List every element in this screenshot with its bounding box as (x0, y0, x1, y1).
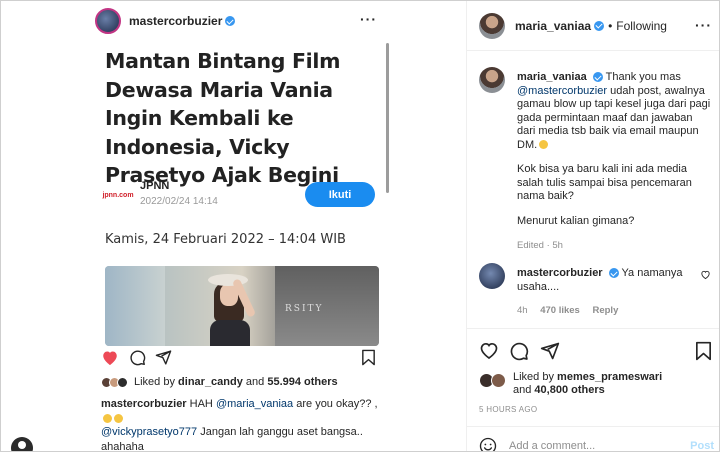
post-button[interactable]: Post (690, 440, 714, 451)
source-date: 2022/02/24 14:14 (140, 196, 218, 207)
caption-mention: @maria_vaniaa (215, 398, 294, 410)
embedded-action-bar (97, 349, 387, 371)
likes-count: 55.994 others (267, 376, 338, 388)
bookmark-icon[interactable] (695, 341, 712, 361)
photo-sign-text: RSITY (285, 304, 324, 314)
likes-count[interactable]: 40,800 others (534, 384, 604, 396)
comments-panel: maria_vaniaa • Following ··· maria_vania… (466, 1, 719, 452)
article-date: Kamis, 24 Februari 2022 – 14:04 WIB (105, 232, 346, 247)
embedded-post-header: mastercorbuzier ··· (95, 7, 385, 35)
comment-icon (130, 350, 146, 366)
comment-paragraph: Kok bisa ya baru kali ini ada media sala… (517, 163, 692, 202)
follow-button: Ikuti (305, 182, 375, 207)
commenter-username[interactable]: mastercorbuzier (517, 267, 603, 279)
embedded-post: mastercorbuzier ··· Mantan Bintang Film … (87, 1, 393, 451)
heart-filled-icon (103, 351, 117, 365)
verified-badge-icon (608, 268, 619, 279)
author-username[interactable]: maria_vaniaa (515, 19, 591, 33)
comments-list: maria_vaniaa Thank you mas @mastercorbuz… (467, 51, 719, 323)
comment-icon[interactable] (509, 341, 529, 361)
likes-and: and (245, 376, 265, 388)
comment-mention: @vickyprasetyo777 (101, 426, 198, 438)
article-headline: Mantan Bintang Film Dewasa Maria Vania I… (105, 49, 341, 187)
more-options-icon: ··· (360, 11, 377, 27)
bookmark-icon (362, 349, 375, 366)
author-avatar[interactable] (479, 12, 505, 39)
comment-body: mastercorbuzier Ya namanya usaha.... 4h … (517, 267, 693, 318)
comment-meta: 4h 470 likes Reply (517, 304, 693, 318)
embedded-comment: @vickyprasetyo777 Jangan lah ganggu aset… (101, 425, 387, 451)
jpnn-logo-icon: jpnn.com (102, 191, 134, 199)
embedded-likes: Liked by dinar_candy and 55.994 others (101, 376, 391, 388)
comment-time: 4h (517, 305, 528, 316)
news-article-screenshot: Mantan Bintang Film Dewasa Maria Vania I… (87, 37, 393, 347)
share-icon[interactable] (540, 341, 560, 361)
comment-input[interactable]: Add a comment... (509, 440, 595, 451)
caption-username: mastercorbuzier (101, 398, 187, 410)
likes-summary: Liked by memes_prameswari and 40,800 oth… (479, 370, 719, 400)
post-header: maria_vaniaa • Following ··· (467, 1, 719, 51)
embedded-caption: mastercorbuzier HAH @maria_vaniaa are yo… (101, 397, 387, 427)
emoji-icon (114, 414, 123, 423)
verified-badge-icon (594, 20, 605, 31)
commenter-username[interactable]: maria_vaniaa (517, 71, 587, 83)
likes-and: and (513, 384, 532, 396)
liker-avatars (479, 373, 506, 388)
post-image-area: mastercorbuzier ··· Mantan Bintang Film … (1, 1, 466, 451)
emoji-icon (539, 139, 549, 149)
emoji-picker-icon[interactable] (479, 437, 497, 452)
likes-user: dinar_candy (178, 376, 243, 388)
more-options-icon[interactable]: ··· (695, 17, 712, 33)
add-comment-bar: Add a comment... Post (467, 426, 719, 452)
commenter-avatar[interactable] (479, 263, 505, 289)
commenter-avatar[interactable] (479, 67, 505, 93)
emoji-icon (103, 414, 112, 423)
caption-text-after: are you okay?? , (296, 398, 378, 410)
likes-user[interactable]: memes_prameswari (557, 371, 662, 383)
following-button[interactable]: Following (616, 19, 667, 33)
verified-badge-icon (225, 16, 236, 26)
article-source-row: jpnn.com JPNN 2022/02/24 14:14 Ikuti (102, 178, 385, 214)
likes-prefix: Liked by (513, 371, 554, 383)
separator: • (608, 18, 613, 33)
likes-prefix: Liked by (134, 376, 175, 388)
comment-paragraph: Menurut kalian gimana? (517, 214, 635, 227)
comment-mention[interactable]: @mastercorbuzier (517, 85, 607, 97)
comment-text: Thank you mas (605, 71, 681, 83)
article-photo: RSITY (105, 266, 379, 346)
comment-body: maria_vaniaa Thank you mas @mastercorbuz… (517, 71, 713, 253)
instagram-post-view: mastercorbuzier ··· Mantan Bintang Film … (0, 0, 720, 452)
profile-avatar[interactable] (11, 437, 33, 451)
verified-badge-icon (592, 72, 603, 83)
like-comment-icon[interactable] (700, 269, 711, 280)
embedded-username: mastercorbuzier (129, 14, 223, 28)
likes-text: Liked by memes_prameswari and 40,800 oth… (513, 371, 662, 397)
source-name: JPNN (140, 180, 170, 192)
heart-icon[interactable] (479, 341, 499, 360)
comment-meta: Edited · 5h (517, 240, 563, 251)
liker-avatars (101, 376, 128, 388)
action-bar (467, 328, 719, 368)
post-timestamp: 5 HOURS AGO (479, 405, 538, 414)
scrollbar (386, 43, 389, 193)
reply-button[interactable]: Reply (592, 305, 618, 316)
comment-likes[interactable]: 470 likes (540, 305, 580, 316)
caption-text: HAH (189, 398, 213, 410)
share-icon (155, 350, 172, 365)
avatar (95, 8, 121, 34)
